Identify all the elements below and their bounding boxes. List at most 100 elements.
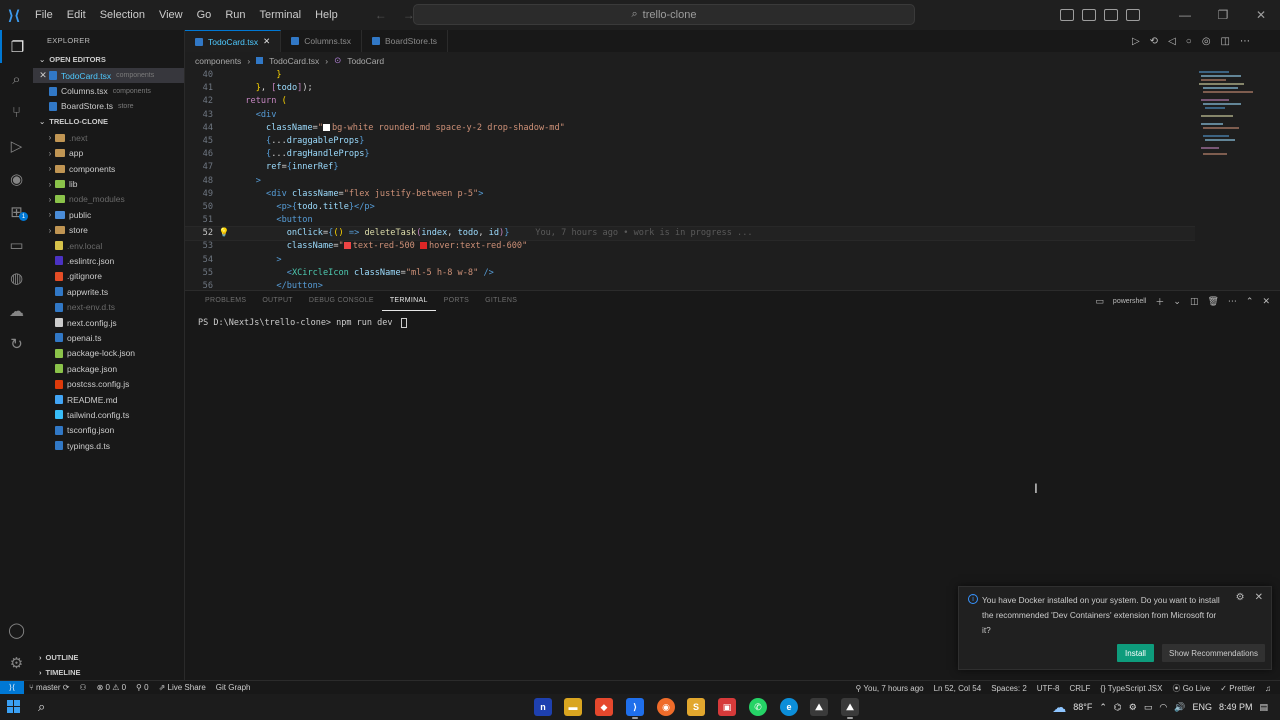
tree-folder[interactable]: › store xyxy=(33,223,184,238)
notification-center-icon[interactable]: ▤ xyxy=(1259,702,1268,713)
close-icon[interactable]: ✕ xyxy=(1255,592,1263,603)
tree-file[interactable]: package.json xyxy=(33,361,184,376)
indentation[interactable]: Spaces: 2 xyxy=(986,684,1032,693)
tree-folder[interactable]: › public xyxy=(33,207,184,222)
search-icon[interactable]: ⌕ xyxy=(0,63,33,96)
brave-browser-icon[interactable]: ◆ xyxy=(595,698,613,716)
search-icon[interactable]: ⌕ xyxy=(38,699,45,715)
timeline-header[interactable]: › TIMELINE xyxy=(33,665,81,681)
menu-terminal[interactable]: Terminal xyxy=(253,9,309,21)
tree-folder[interactable]: › node_modules xyxy=(33,192,184,207)
run-debug-icon[interactable]: ▷ xyxy=(0,129,33,162)
problems-status[interactable]: ⊗ 0 ⚠ 0 xyxy=(92,683,131,692)
ports-status[interactable]: ⚲ 0 xyxy=(131,683,154,692)
maximize-panel-icon[interactable]: ⌃ xyxy=(1246,296,1254,307)
tray-app-icon[interactable]: ⚙ xyxy=(1129,702,1137,713)
tab-todocard[interactable]: TodoCard.tsx ✕ xyxy=(185,30,282,52)
remote-icon[interactable]: ▭ xyxy=(0,228,33,261)
language-mode[interactable]: {} TypeScript JSX xyxy=(1095,684,1167,693)
close-editor-icon[interactable]: ✕ xyxy=(37,70,49,81)
show-recommendations-button[interactable]: Show Recommendations xyxy=(1162,644,1265,662)
gear-icon[interactable]: ⚙ xyxy=(1236,592,1245,603)
wifi-icon[interactable]: ◠ xyxy=(1159,702,1167,713)
breadcrumb-symbol[interactable]: TodoCard xyxy=(347,56,384,66)
live-share-icon[interactable]: ↻ xyxy=(0,327,33,360)
postman-icon[interactable]: ◉ xyxy=(657,698,675,716)
chevron-down-icon[interactable]: ⌄ xyxy=(1173,296,1181,307)
git-compare-icon[interactable]: ⟲ xyxy=(1150,36,1158,47)
app-icon[interactable]: ⛰ xyxy=(810,698,828,716)
docker-icon[interactable]: ☁ xyxy=(0,294,33,327)
split-editor-icon[interactable]: ◫ xyxy=(1221,36,1230,47)
tree-file[interactable]: package-lock.json xyxy=(33,346,184,361)
input-language[interactable]: ENG xyxy=(1192,702,1212,712)
tree-file[interactable]: next.config.js xyxy=(33,315,184,330)
tab-boardstore[interactable]: BoardStore.ts xyxy=(362,30,448,52)
manage-gear-icon[interactable]: ⚙ xyxy=(0,646,33,679)
terminal-output[interactable]: PS D:\NextJs\trello-clone> npm run dev xyxy=(198,318,407,328)
accounts-icon[interactable]: ◯ xyxy=(0,613,33,646)
remote-indicator-icon[interactable]: ⟩⟨ xyxy=(0,680,24,695)
sublime-icon[interactable]: S xyxy=(687,698,705,716)
tree-folder[interactable]: › lib xyxy=(33,176,184,191)
run-icon[interactable]: ▷ xyxy=(1132,36,1140,47)
tab-columns[interactable]: Columns.tsx xyxy=(281,30,362,52)
tree-file[interactable]: postcss.config.js xyxy=(33,376,184,391)
terminal-shell-name[interactable]: powershell xyxy=(1113,298,1146,305)
next-change-icon[interactable]: ○ xyxy=(1186,36,1192,47)
open-editors-header[interactable]: ⌄ OPEN EDITORS xyxy=(33,52,184,68)
gitlens-icon[interactable]: ◍ xyxy=(0,261,33,294)
extensions-icon[interactable]: ⊞ 1 xyxy=(0,195,33,228)
maximize-button[interactable]: ❐ xyxy=(1204,0,1242,30)
open-changes-icon[interactable]: ◎ xyxy=(1202,36,1211,47)
close-window-button[interactable]: ✕ xyxy=(1242,0,1280,30)
previous-change-icon[interactable]: ◁ xyxy=(1168,36,1176,47)
tree-file[interactable]: tailwind.config.ts xyxy=(33,407,184,422)
tree-folder[interactable]: › app xyxy=(33,146,184,161)
blame-status[interactable]: ⚲ You, 7 hours ago xyxy=(850,684,928,693)
whatsapp-icon[interactable]: ✆ xyxy=(749,698,767,716)
back-arrow-icon[interactable]: ← xyxy=(375,8,387,22)
menu-file[interactable]: File xyxy=(28,9,60,21)
branch-status[interactable]: ⑂ master ⟳ xyxy=(24,683,74,692)
menu-selection[interactable]: Selection xyxy=(93,9,152,21)
bluetooth-icon[interactable]: ⌬ xyxy=(1114,702,1122,713)
menu-go[interactable]: Go xyxy=(190,9,219,21)
explorer-icon[interactable]: ❐ xyxy=(0,30,33,63)
battery-icon[interactable]: ▭ xyxy=(1144,702,1153,713)
menu-run[interactable]: Run xyxy=(218,9,252,21)
minimize-button[interactable]: — xyxy=(1166,0,1204,30)
windows-start-icon[interactable] xyxy=(7,700,20,713)
toggle-primary-sidebar-icon[interactable] xyxy=(1060,9,1074,21)
toggle-secondary-sidebar-icon[interactable] xyxy=(1104,9,1118,21)
close-panel-icon[interactable]: ✕ xyxy=(1262,296,1270,307)
tree-folder[interactable]: › components xyxy=(33,161,184,176)
open-editor-item[interactable]: ✕ TodoCard.tsx components xyxy=(33,68,184,84)
open-editor-item[interactable]: Columns.tsx components xyxy=(33,83,184,98)
tree-file[interactable]: openai.ts xyxy=(33,330,184,345)
breadcrumb-file[interactable]: TodoCard.tsx xyxy=(269,56,319,66)
live-share-status[interactable]: ⇗ Live Share xyxy=(154,683,211,692)
tree-folder[interactable]: › .next xyxy=(33,130,184,145)
vscode-taskbar-icon[interactable]: ⟩ xyxy=(626,698,644,719)
toggle-panel-icon[interactable] xyxy=(1082,9,1096,21)
file-explorer-icon[interactable]: ▬ xyxy=(564,698,582,716)
tree-file[interactable]: README.md xyxy=(33,392,184,407)
close-tab-icon[interactable]: ✕ xyxy=(263,36,270,47)
menu-edit[interactable]: Edit xyxy=(60,9,93,21)
kill-terminal-icon[interactable]: 🗑 xyxy=(1207,296,1218,307)
project-header[interactable]: ⌄ TRELLO-CLONE xyxy=(33,114,184,130)
tab-terminal[interactable]: TERMINAL xyxy=(381,291,436,311)
tree-file[interactable]: .eslintrc.json xyxy=(33,253,184,268)
tree-file[interactable]: next-env.d.ts xyxy=(33,299,184,314)
tree-file[interactable]: tsconfig.json xyxy=(33,423,184,438)
go-live-status[interactable]: ⦿ Go Live xyxy=(1167,683,1215,694)
new-terminal-icon[interactable]: ＋ xyxy=(1155,295,1164,308)
code-editor[interactable]: 40 } 41 }, [todo]); 42 return ( 43 <div … xyxy=(185,69,1195,289)
command-center-search[interactable]: ⌕ trello-clone xyxy=(413,4,915,25)
git-graph-status[interactable]: Git Graph xyxy=(211,683,256,692)
lightbulb-icon[interactable]: 💡 xyxy=(213,227,235,240)
app-icon-running[interactable]: ⛰ xyxy=(841,698,859,719)
clock[interactable]: 8:49 PM xyxy=(1219,702,1253,712)
menu-view[interactable]: View xyxy=(152,9,190,21)
